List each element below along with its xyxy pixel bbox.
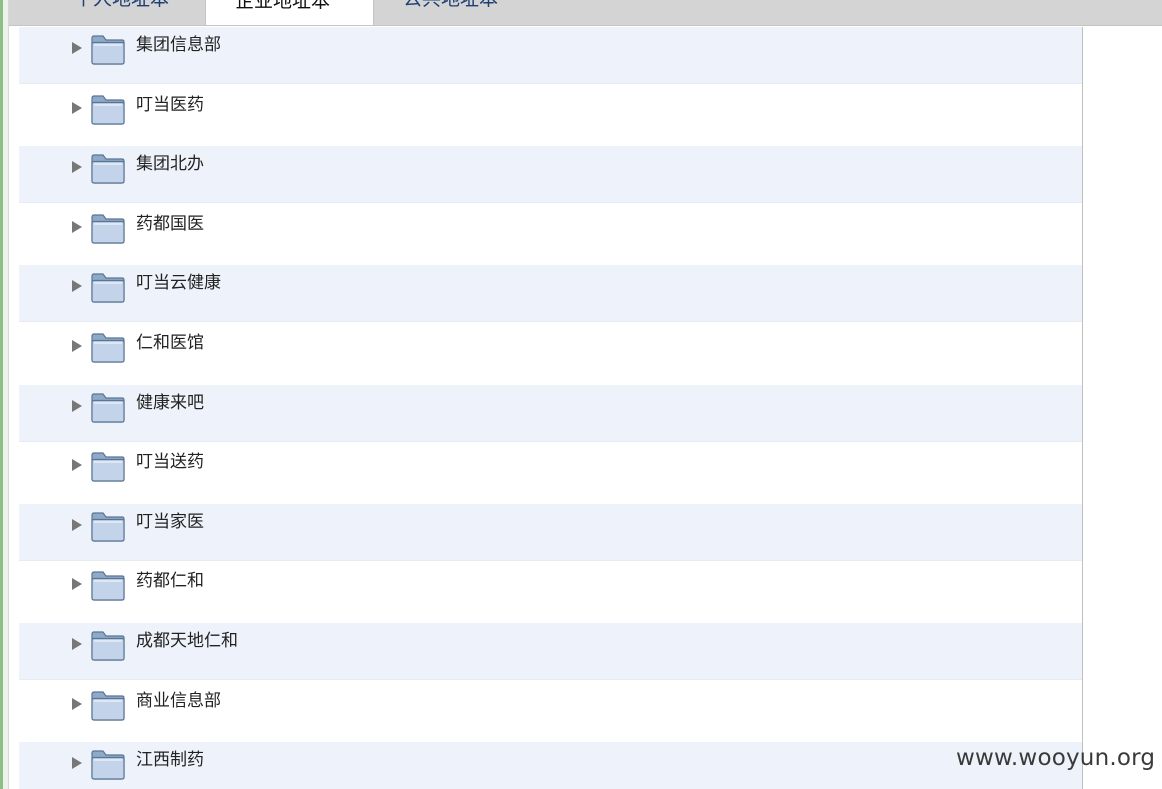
folder-icon xyxy=(90,748,126,780)
tree-node-label: 叮当送药 xyxy=(136,452,204,472)
folder-icon xyxy=(90,391,126,423)
tree-node-label: 商业信息部 xyxy=(136,691,221,711)
folder-icon xyxy=(90,93,126,125)
expand-triangle-icon[interactable] xyxy=(72,280,82,292)
expand-triangle-icon[interactable] xyxy=(72,102,82,114)
tree-node[interactable]: 健康来吧 xyxy=(19,385,1082,442)
tab-personal-label: 个人地址本 xyxy=(74,0,169,10)
tree-node-label: 集团北办 xyxy=(136,154,204,174)
tree-node[interactable]: 药都国医 xyxy=(19,206,1082,263)
expand-triangle-icon[interactable] xyxy=(72,638,82,650)
tree-node-label: 健康来吧 xyxy=(136,393,204,413)
tree-node[interactable]: 商业信息部 xyxy=(19,683,1082,740)
tab-enterprise-address-book[interactable]: 企业地址本 xyxy=(205,0,374,25)
folder-icon xyxy=(90,152,126,184)
folder-icon xyxy=(90,33,126,65)
watermark: www.wooyun.org xyxy=(956,745,1156,771)
tree-node-label: 集团信息部 xyxy=(136,35,221,55)
expand-triangle-icon[interactable] xyxy=(72,519,82,531)
tree-node-label: 成都天地仁和 xyxy=(136,631,238,651)
tree-node-label: 叮当医药 xyxy=(136,95,204,115)
expand-triangle-icon[interactable] xyxy=(72,221,82,233)
tree-node-label: 叮当云健康 xyxy=(136,273,221,293)
expand-triangle-icon[interactable] xyxy=(72,698,82,710)
department-tree: 集团信息部叮当医药集团北办药都国医叮当云健康仁和医馆健康来吧叮当送药叮当家医药都… xyxy=(19,27,1083,789)
tree-node-label: 药都仁和 xyxy=(136,571,204,591)
folder-icon xyxy=(90,629,126,661)
tree-node-label: 药都国医 xyxy=(136,214,204,234)
address-book-tab-bar: 个人地址本 企业地址本 公共地址本 xyxy=(9,0,1162,26)
folder-icon xyxy=(90,689,126,721)
expand-triangle-icon[interactable] xyxy=(72,578,82,590)
window-left-edge xyxy=(0,0,9,789)
expand-triangle-icon[interactable] xyxy=(72,459,82,471)
folder-icon xyxy=(90,450,126,482)
tree-node[interactable]: 成都天地仁和 xyxy=(19,623,1082,680)
expand-triangle-icon[interactable] xyxy=(72,340,82,352)
folder-icon xyxy=(90,510,126,542)
tree-node-label: 仁和医馆 xyxy=(136,333,204,353)
tree-node[interactable]: 叮当送药 xyxy=(19,444,1082,501)
tree-node[interactable]: 集团信息部 xyxy=(19,27,1082,84)
tab-public-address-book[interactable]: 公共地址本 xyxy=(374,0,574,25)
tab-personal-address-book[interactable]: 个人地址本 xyxy=(18,0,205,25)
expand-triangle-icon[interactable] xyxy=(72,400,82,412)
tree-node-label: 江西制药 xyxy=(136,750,204,770)
folder-icon xyxy=(90,331,126,363)
tree-node[interactable]: 药都仁和 xyxy=(19,563,1082,620)
tree-node[interactable]: 仁和医馆 xyxy=(19,325,1082,382)
tab-public-label: 公共地址本 xyxy=(403,0,498,10)
tree-node[interactable]: 叮当云健康 xyxy=(19,265,1082,322)
expand-triangle-icon[interactable] xyxy=(72,161,82,173)
folder-icon xyxy=(90,569,126,601)
tree-node[interactable]: 集团北办 xyxy=(19,146,1082,203)
folder-icon xyxy=(90,271,126,303)
tree-node[interactable]: 叮当医药 xyxy=(19,87,1082,144)
tab-enterprise-label: 企业地址本 xyxy=(235,0,331,12)
expand-triangle-icon[interactable] xyxy=(72,757,82,769)
tree-node-label: 叮当家医 xyxy=(136,512,204,532)
tree-node[interactable]: 叮当家医 xyxy=(19,504,1082,561)
tree-node[interactable]: 江西制药 xyxy=(19,742,1082,789)
folder-icon xyxy=(90,212,126,244)
expand-triangle-icon[interactable] xyxy=(72,42,82,54)
